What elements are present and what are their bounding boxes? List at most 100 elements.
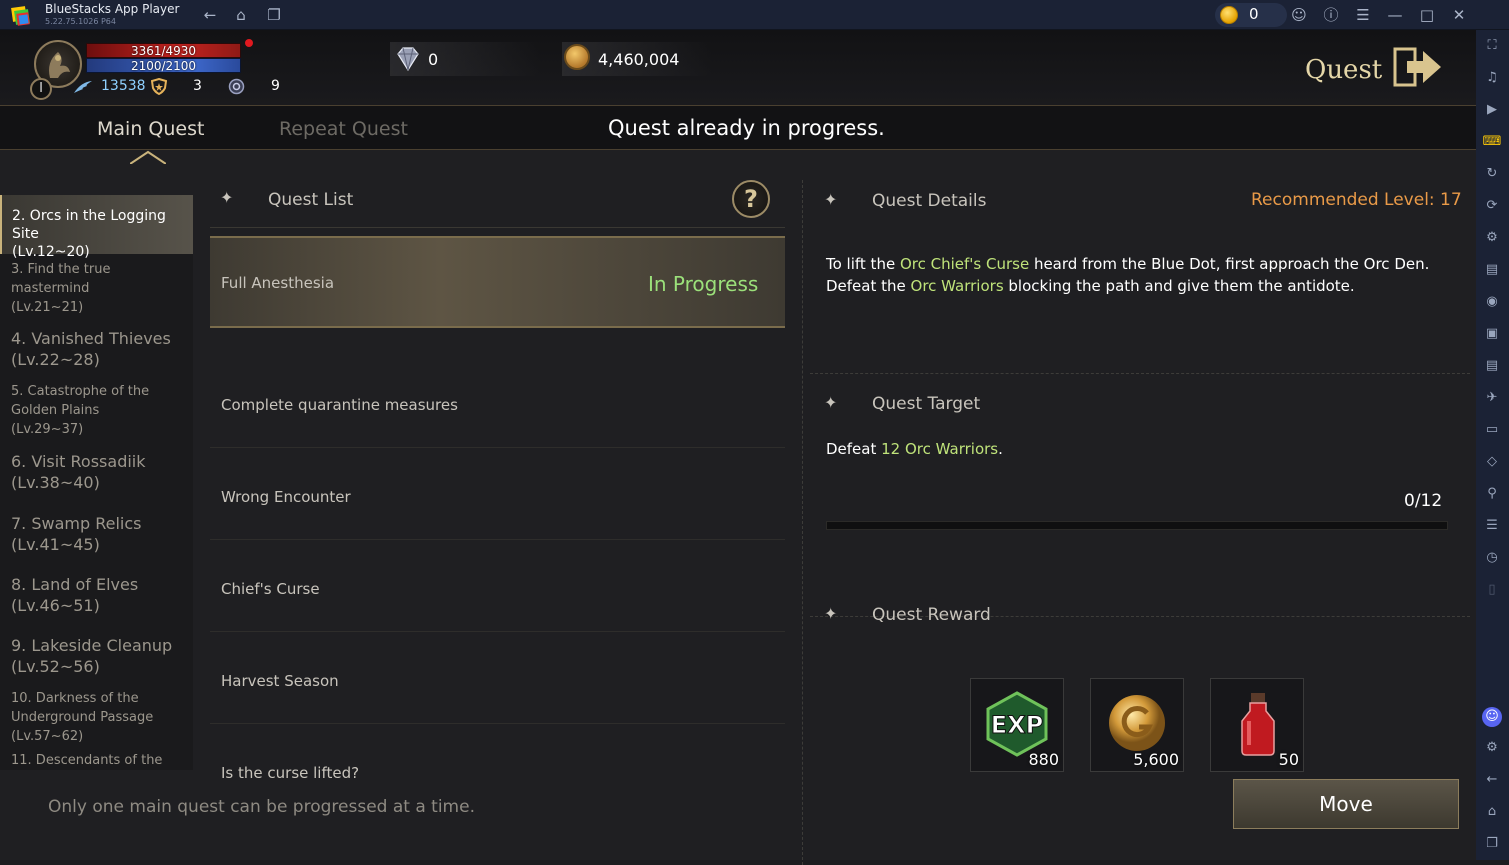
tab-main-quest[interactable]: Main Quest — [97, 118, 204, 140]
reward-gold[interactable]: 5,600 — [1090, 678, 1184, 772]
help-button[interactable]: ? — [732, 180, 770, 218]
quest-row[interactable]: Harvest Season — [210, 634, 785, 724]
quest-tabs: Main Quest Repeat Quest Quest already in… — [0, 105, 1476, 150]
mp-value: 2100/2100 — [130, 59, 197, 73]
chapter-item[interactable]: 3. Find the true mastermind (Lv.21~21) — [11, 260, 191, 317]
quest-description: To lift the Orc Chief's Curse heard from… — [826, 253, 1456, 297]
quest-status: In Progress — [648, 272, 759, 296]
sync-icon[interactable]: ◷ — [1482, 548, 1502, 568]
screen-record-icon[interactable]: ▣ — [1482, 324, 1502, 344]
quest-reward-title: Quest Reward — [872, 605, 991, 625]
app-version: 5.22.75.1026 P64 — [45, 17, 116, 26]
tab-repeat-quest[interactable]: Repeat Quest — [279, 118, 408, 140]
gem-currency[interactable]: 0 — [390, 42, 540, 76]
target-text: . — [998, 440, 1003, 458]
rotate-icon[interactable]: ⟳ — [1482, 196, 1502, 216]
quest-row[interactable]: Chief's Curse — [210, 542, 785, 632]
move-button[interactable]: Move — [1233, 779, 1459, 829]
location-icon[interactable]: ⚲ — [1482, 484, 1502, 504]
android-recents-icon[interactable]: ❐ — [1482, 834, 1502, 854]
media-icon[interactable]: ▶ — [1482, 100, 1502, 120]
help-circle-icon[interactable]: ⓘ — [1321, 5, 1341, 25]
screen-title: Quest — [1305, 55, 1383, 85]
quest-list-panel: ✦ Quest List ? Full Anesthesia In Progre… — [210, 178, 785, 782]
chapter-list[interactable]: 2. Orcs in the Logging Site (Lv.12~20) 3… — [0, 195, 193, 770]
quest-row[interactable]: Complete quarantine measures — [210, 358, 785, 448]
progress-count: 0/12 — [1404, 491, 1443, 511]
volume-icon[interactable]: ♫ — [1482, 68, 1502, 88]
maximize-icon[interactable]: □ — [1417, 5, 1437, 25]
chapter-item[interactable]: 11. Descendants of the — [11, 751, 191, 770]
chapter-item[interactable]: 6. Visit Rossadiik (Lv.38~40) — [11, 451, 191, 493]
reward-exp[interactable]: EXP 880 — [970, 678, 1064, 772]
mp-bar: 2100/2100 — [86, 58, 241, 73]
token-count: 9 — [271, 78, 280, 94]
gold-icon — [564, 44, 590, 70]
android-back-icon[interactable]: ← — [1482, 770, 1502, 790]
window-titlebar: BlueStacks App Player 5.22.75.1026 P64 ←… — [0, 0, 1509, 30]
fullscreen-icon[interactable]: ⛶ — [1482, 36, 1502, 56]
target-text: Defeat — [826, 440, 882, 458]
sparkle-icon: ✦ — [824, 604, 838, 623]
media-folder-icon[interactable]: ▤ — [1482, 356, 1502, 376]
game-screen: I 3361/4930 2100/2100 13538 3 9 0 4,460,… — [0, 30, 1476, 865]
player-hud: I 3361/4930 2100/2100 13538 3 9 0 4,460,… — [0, 30, 1476, 105]
chapter-item-active[interactable]: 2. Orcs in the Logging Site (Lv.12~20) — [0, 195, 193, 260]
fps-icon[interactable]: ▤ — [1482, 260, 1502, 280]
settings-icon[interactable]: ⚙ — [1482, 738, 1502, 758]
desc-text: blocking the path and give them the anti… — [1003, 277, 1355, 295]
shield-count: 3 — [193, 78, 202, 94]
player-level-badge: I — [30, 78, 52, 100]
desc-text: To lift the — [826, 255, 900, 273]
reward-potion[interactable]: 50 — [1210, 678, 1304, 772]
menu-icon[interactable]: ☰ — [1353, 5, 1373, 25]
screenshot-icon[interactable]: ◉ — [1482, 292, 1502, 312]
discord-icon[interactable]: ☺ — [1482, 707, 1502, 727]
bluestacks-logo-icon — [11, 6, 30, 26]
progress-bar — [826, 521, 1448, 530]
minimize-icon[interactable]: — — [1385, 5, 1405, 25]
close-icon[interactable]: ✕ — [1449, 5, 1469, 25]
layers-icon[interactable]: ☰ — [1482, 516, 1502, 536]
red-potion-icon — [1241, 693, 1275, 756]
quest-row[interactable]: Wrong Encounter — [210, 450, 785, 540]
chapter-item[interactable]: 7. Swamp Relics (Lv.41~45) — [11, 513, 191, 555]
eco-mode-icon[interactable]: ◇ — [1482, 452, 1502, 472]
desc-highlight: Orc Warriors — [910, 277, 1004, 295]
back-icon[interactable]: ← — [200, 5, 220, 25]
chapter-item[interactable]: 5. Catastrophe of the Golden Plains (Lv.… — [11, 382, 191, 439]
sparkle-icon: ✦ — [824, 393, 838, 412]
keyboard-controls-icon[interactable]: ⌨ — [1482, 132, 1502, 152]
multi-instance-icon[interactable]: ❐ — [264, 5, 284, 25]
gold-coin-icon — [1109, 695, 1165, 751]
quest-details-panel: ✦ Quest Details Recommended Level: 17 To… — [810, 178, 1470, 858]
chapter-item[interactable]: 9. Lakeside Cleanup (Lv.52~56) — [11, 635, 191, 677]
quest-row-active[interactable]: Full Anesthesia In Progress — [210, 236, 785, 328]
combat-power: 13538 — [101, 78, 146, 94]
resize-icon[interactable]: ▭ — [1482, 420, 1502, 440]
macro-icon[interactable]: ↻ — [1482, 164, 1502, 184]
performance-icon[interactable]: ⚙ — [1482, 228, 1502, 248]
quest-notice: Quest already in progress. — [608, 116, 885, 140]
sparkle-icon: ✦ — [824, 190, 838, 209]
exp-icon: EXP — [986, 691, 1048, 757]
account-icon[interactable]: ☺ — [1289, 5, 1309, 25]
android-home-icon[interactable]: ⌂ — [1482, 802, 1502, 822]
home-icon[interactable]: ⌂ — [231, 5, 251, 25]
sidebar-toggle-icon[interactable]: ▯ — [1482, 580, 1502, 600]
quest-exit-icon[interactable] — [1393, 45, 1443, 89]
coin-balance[interactable]: 0 — [1215, 3, 1287, 27]
reward-amount: 5,600 — [1133, 750, 1179, 769]
chapter-item[interactable]: 4. Vanished Thieves (Lv.22~28) — [11, 328, 191, 370]
airplane-icon[interactable]: ✈ — [1482, 388, 1502, 408]
coin-icon — [1220, 6, 1238, 24]
chapter-item[interactable]: 8. Land of Elves (Lv.46~51) — [11, 574, 191, 616]
reward-amount: 880 — [1028, 750, 1059, 769]
gold-currency[interactable]: 4,460,004 — [562, 42, 712, 76]
panel-divider — [802, 180, 803, 865]
shield-icon — [151, 78, 167, 95]
chapter-item[interactable]: 10. Darkness of the Underground Passage … — [11, 689, 191, 746]
exp-label: EXP — [991, 711, 1044, 739]
section-divider — [810, 373, 1470, 374]
hp-value: 3361/4930 — [130, 44, 197, 58]
